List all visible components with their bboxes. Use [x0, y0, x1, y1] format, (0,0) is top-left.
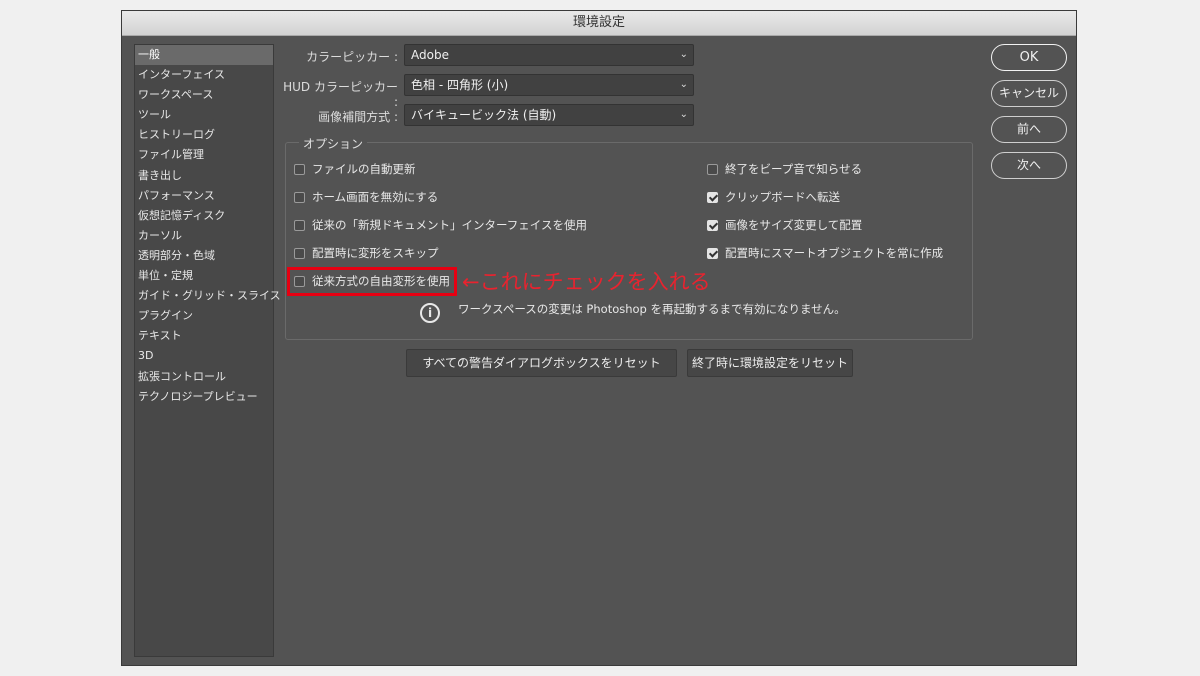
chevron-down-icon: ⌄: [679, 49, 688, 60]
checkbox-label: 終了をビープ音で知らせる: [725, 162, 863, 176]
color-picker-value: Adobe: [411, 48, 449, 62]
highlight-box: [287, 267, 457, 296]
checkbox[interactable]: [294, 191, 305, 203]
preferences-dialog: 環境設定 一般 インターフェイス ワークスペース ツール ヒストリーログ ファイル管理 書き…: [121, 10, 1077, 666]
hud-color-picker-label: HUD カラーピッカー :: [283, 80, 398, 109]
sidebar: 一般 インターフェイス ワークスペース ツール ヒストリーログ ファイル管理 書き出し パフォ…: [134, 44, 281, 657]
option-checkbox-row[interactable]: ファイルの自動更新: [294, 161, 416, 177]
option-checkbox-row[interactable]: 配置時にスマートオブジェクトを常に作成: [707, 245, 943, 261]
sidebar-item[interactable]: ガイド・グリッド・スライス: [135, 286, 281, 306]
sidebar-item[interactable]: インターフェイス: [135, 65, 273, 85]
checkbox-label: 配置時にスマートオブジェクトを常に作成: [725, 246, 944, 260]
checkbox-label: 従来の「新規ドキュメント」インターフェイスを使用: [312, 218, 587, 232]
sidebar-item[interactable]: 3D: [135, 346, 273, 366]
reset-warnings-button[interactable]: すべての警告ダイアログボックスをリセット: [406, 349, 677, 377]
checkbox[interactable]: [294, 247, 305, 259]
color-picker-label: カラーピッカー :: [306, 50, 398, 64]
sidebar-item[interactable]: 一般: [135, 45, 273, 66]
option-checkbox-row[interactable]: 終了をビープ音で知らせる: [707, 161, 862, 177]
next-button[interactable]: 次へ: [991, 152, 1067, 179]
sidebar-item[interactable]: テキスト: [135, 326, 273, 346]
checkbox[interactable]: [294, 163, 305, 175]
info-text: ワークスペースの変更は Photoshop を再起動するまで有効になりません。: [458, 302, 846, 316]
sidebar-item[interactable]: 仮想記憶ディスク: [135, 206, 273, 226]
sidebar-item[interactable]: 単位・定規: [135, 266, 273, 286]
hud-color-picker-select[interactable]: 色相 - 四角形 (小) ⌄: [404, 74, 694, 96]
option-checkbox-row[interactable]: 従来の「新規ドキュメント」インターフェイスを使用: [294, 217, 587, 233]
sidebar-item[interactable]: ヒストリーログ: [135, 125, 273, 145]
sidebar-item[interactable]: ワークスペース: [135, 85, 273, 105]
checkbox[interactable]: [707, 219, 718, 231]
option-checkbox-row[interactable]: クリップボードへ転送: [707, 189, 840, 205]
prev-button[interactable]: 前へ: [991, 116, 1067, 143]
window-title: 環境設定: [122, 11, 1076, 36]
option-checkbox-row[interactable]: 配置時に変形をスキップ: [294, 245, 439, 261]
option-checkbox-row[interactable]: ホーム画面を無効にする: [294, 189, 438, 205]
annotation-text: ←これにチェックを入れる: [462, 270, 711, 294]
sidebar-item[interactable]: パフォーマンス: [135, 186, 273, 206]
checkbox-label: クリップボードへ転送: [725, 190, 840, 204]
color-picker-select[interactable]: Adobe ⌄: [404, 44, 694, 66]
sidebar-item[interactable]: 拡張コントロール: [135, 367, 273, 387]
sidebar-item[interactable]: 書き出し: [135, 166, 273, 186]
ok-button[interactable]: OK: [991, 44, 1067, 71]
checkbox[interactable]: [294, 219, 305, 231]
reset-on-quit-button[interactable]: 終了時に環境設定をリセット: [687, 349, 853, 377]
option-checkbox-row[interactable]: 画像をサイズ変更して配置: [707, 217, 862, 233]
chevron-down-icon: ⌄: [679, 109, 688, 120]
options-title: オプション: [299, 135, 368, 152]
sidebar-item[interactable]: カーソル: [135, 226, 273, 246]
sidebar-item[interactable]: ファイル管理: [135, 145, 273, 165]
interpolation-select[interactable]: バイキュービック法 (自動) ⌄: [404, 104, 694, 126]
interpolation-label: 画像補間方式 :: [318, 110, 398, 124]
checkbox-label: 配置時に変形をスキップ: [312, 246, 439, 260]
checkbox[interactable]: [707, 191, 718, 203]
checkbox-label: ホーム画面を無効にする: [312, 190, 439, 204]
checkbox-label: ファイルの自動更新: [312, 162, 416, 176]
sidebar-item[interactable]: テクノロジープレビュー: [135, 387, 273, 407]
cancel-button[interactable]: キャンセル: [991, 80, 1067, 107]
checkbox[interactable]: [707, 163, 718, 175]
sidebar-item[interactable]: プラグイン: [135, 306, 273, 326]
checkbox-label: 画像をサイズ変更して配置: [725, 218, 863, 232]
hud-color-picker-value: 色相 - 四角形 (小): [411, 78, 509, 92]
checkbox[interactable]: [707, 247, 718, 259]
sidebar-item[interactable]: 透明部分・色域: [135, 246, 273, 266]
chevron-down-icon: ⌄: [679, 79, 688, 90]
sidebar-item[interactable]: ツール: [135, 105, 273, 125]
interpolation-value: バイキュービック法 (自動): [411, 108, 557, 122]
info-icon: i: [420, 303, 440, 323]
